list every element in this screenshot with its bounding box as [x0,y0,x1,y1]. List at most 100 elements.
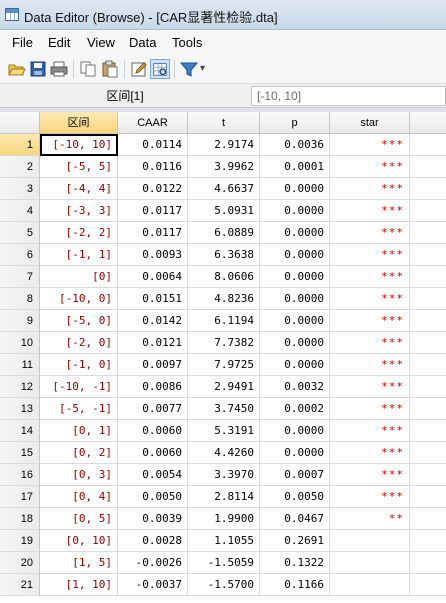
cell-caar[interactable]: 0.0142 [118,310,188,332]
cell-star[interactable]: *** [330,134,410,156]
menu-view[interactable]: View [87,35,115,50]
cell-caar[interactable]: 0.0039 [118,508,188,530]
cell-t[interactable]: 6.3638 [188,244,260,266]
cell-star[interactable]: *** [330,222,410,244]
cell-p[interactable]: 0.0000 [260,288,330,310]
cell-p[interactable]: 0.0000 [260,266,330,288]
table-row[interactable]: 7 [0] 0.0064 8.0606 0.0000 *** [0,266,446,288]
table-row[interactable]: 19 [0, 10] 0.0028 1.1055 0.2691 [0,530,446,552]
row-number[interactable]: 6 [0,244,40,266]
cell-interval[interactable]: [-1, 1] [40,244,118,266]
cell-star[interactable]: *** [330,420,410,442]
row-number[interactable]: 11 [0,354,40,376]
cell-caar[interactable]: 0.0054 [118,464,188,486]
cell-caar[interactable]: 0.0028 [118,530,188,552]
menu-tools[interactable]: Tools [172,35,202,50]
paste-icon[interactable] [100,59,120,79]
cell-star[interactable]: *** [330,266,410,288]
cell-caar[interactable]: 0.0117 [118,200,188,222]
cell-t[interactable]: -1.5059 [188,552,260,574]
cell-p[interactable]: 0.2691 [260,530,330,552]
cell-t[interactable]: 5.3191 [188,420,260,442]
row-number[interactable]: 7 [0,266,40,288]
cell-star[interactable] [330,552,410,574]
cell-t[interactable]: 3.3970 [188,464,260,486]
cell-interval[interactable]: [1, 10] [40,574,118,596]
cell-interval[interactable]: [-5, 0] [40,310,118,332]
filter-dropdown-caret[interactable]: ▾ [200,63,205,74]
cell-p[interactable]: 0.1166 [260,574,330,596]
cell-caar[interactable]: 0.0060 [118,442,188,464]
row-number[interactable]: 19 [0,530,40,552]
cell-star[interactable]: *** [330,486,410,508]
cell-caar[interactable]: 0.0114 [118,134,188,156]
browse-mode-icon[interactable] [150,59,170,79]
menu-data[interactable]: Data [129,35,156,50]
cell-caar[interactable]: 0.0122 [118,178,188,200]
cell-t[interactable]: 2.9491 [188,376,260,398]
cell-p[interactable]: 0.0000 [260,332,330,354]
cell-star[interactable]: *** [330,376,410,398]
cell-star[interactable] [330,574,410,596]
cell-p[interactable]: 0.0000 [260,354,330,376]
cell-p[interactable]: 0.0000 [260,310,330,332]
data-grid[interactable]: 区间 CAAR t p star 1 [-10, 10] 0.0114 2.9174 0… [0,112,446,603]
cell-interval[interactable]: [0] [40,266,118,288]
table-row[interactable]: 13 [-5, -1] 0.0077 3.7450 0.0002 *** [0,398,446,420]
cell-p[interactable]: 0.0000 [260,420,330,442]
row-number[interactable]: 13 [0,398,40,420]
row-number[interactable]: 14 [0,420,40,442]
cell-t[interactable]: 1.1055 [188,530,260,552]
column-header-p[interactable]: p [260,112,330,134]
row-number[interactable]: 3 [0,178,40,200]
cell-caar[interactable]: 0.0151 [118,288,188,310]
column-header-star[interactable]: star [330,112,410,134]
cell-interval[interactable]: [-10, 0] [40,288,118,310]
row-number[interactable]: 1 [0,134,40,156]
table-row[interactable]: 10 [-2, 0] 0.0121 7.7382 0.0000 *** [0,332,446,354]
cell-interval[interactable]: [0, 2] [40,442,118,464]
cell-t[interactable]: -1.5700 [188,574,260,596]
cell-star[interactable]: *** [330,244,410,266]
cell-interval[interactable]: [0, 5] [40,508,118,530]
cell-t[interactable]: 6.0889 [188,222,260,244]
cell-p[interactable]: 0.1322 [260,552,330,574]
row-number[interactable]: 20 [0,552,40,574]
row-number[interactable]: 5 [0,222,40,244]
row-number[interactable]: 2 [0,156,40,178]
cell-interval[interactable]: [0, 10] [40,530,118,552]
table-row[interactable]: 2 [-5, 5] 0.0116 3.9962 0.0001 *** [0,156,446,178]
table-row[interactable]: 9 [-5, 0] 0.0142 6.1194 0.0000 *** [0,310,446,332]
cell-p[interactable]: 0.0000 [260,178,330,200]
cell-interval[interactable]: [-5, 5] [40,156,118,178]
open-icon[interactable] [7,59,27,79]
row-number[interactable]: 9 [0,310,40,332]
row-number[interactable]: 18 [0,508,40,530]
cell-interval[interactable]: [-5, -1] [40,398,118,420]
cell-p[interactable]: 0.0000 [260,222,330,244]
table-row[interactable]: 18 [0, 5] 0.0039 1.9900 0.0467 ** [0,508,446,530]
cell-caar[interactable]: 0.0093 [118,244,188,266]
cell-p[interactable]: 0.0467 [260,508,330,530]
cell-p[interactable]: 0.0000 [260,244,330,266]
table-row[interactable]: 17 [0, 4] 0.0050 2.8114 0.0050 *** [0,486,446,508]
cell-p[interactable]: 0.0036 [260,134,330,156]
cell-value-field[interactable]: [-10, 10] [251,86,446,106]
table-row[interactable]: 16 [0, 3] 0.0054 3.3970 0.0007 *** [0,464,446,486]
cell-caar[interactable]: -0.0037 [118,574,188,596]
cell-t[interactable]: 4.8236 [188,288,260,310]
cell-star[interactable]: *** [330,288,410,310]
table-row[interactable]: 20 [1, 5] -0.0026 -1.5059 0.1322 [0,552,446,574]
cell-interval[interactable]: [-10, -1] [40,376,118,398]
cell-t[interactable]: 3.9962 [188,156,260,178]
cell-caar[interactable]: 0.0077 [118,398,188,420]
cell-p[interactable]: 0.0007 [260,464,330,486]
menu-edit[interactable]: Edit [48,35,70,50]
menu-file[interactable]: File [12,35,33,50]
cell-caar[interactable]: 0.0086 [118,376,188,398]
save-icon[interactable] [28,59,48,79]
cell-caar[interactable]: 0.0050 [118,486,188,508]
cell-t[interactable]: 3.7450 [188,398,260,420]
cell-star[interactable]: *** [330,332,410,354]
cell-star[interactable]: *** [330,398,410,420]
